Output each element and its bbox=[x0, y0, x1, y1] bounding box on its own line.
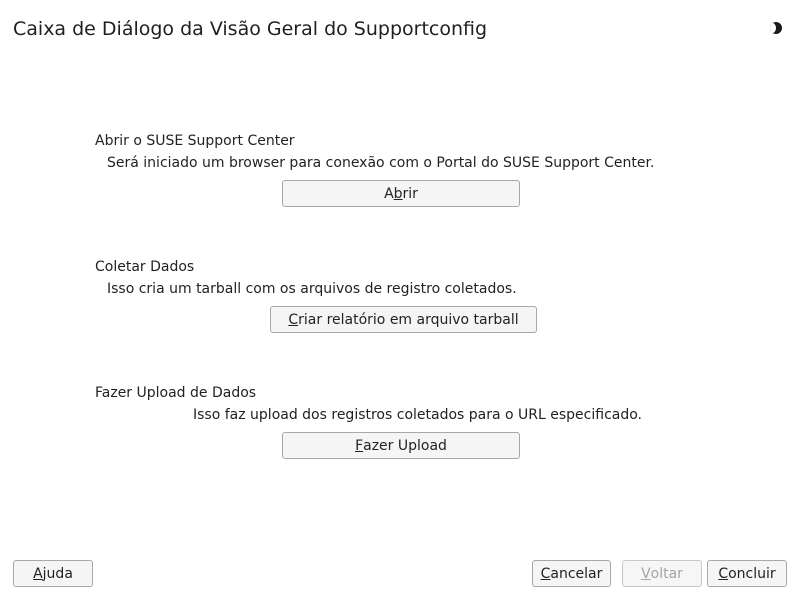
open-button[interactable]: Ab rir bbox=[282, 180, 520, 207]
open-button-label-post: rir bbox=[402, 185, 418, 202]
help-mnemonic: A bbox=[33, 565, 43, 582]
back-mnemonic: V bbox=[641, 565, 651, 582]
finish-label-post: oncluir bbox=[728, 565, 776, 582]
upload-data-label: Fazer Upload de Dados bbox=[95, 385, 257, 401]
create-tarball-label-post: riar relatório em arquivo tarball bbox=[298, 311, 519, 328]
create-tarball-button[interactable]: Criar relatório em arquivo tarball bbox=[270, 306, 537, 333]
upload-button-mnemonic: F bbox=[355, 437, 364, 454]
cancel-mnemonic: C bbox=[540, 565, 551, 582]
collect-data-description: Isso cria um tarball com os arquivos de … bbox=[107, 281, 517, 297]
supportconfig-dialog: Caixa de Diálogo da Visão Geral do Suppo… bbox=[0, 0, 800, 600]
cancel-label-post: ancelar bbox=[550, 565, 603, 582]
upload-data-description: Isso faz upload dos registros coletados … bbox=[193, 407, 643, 423]
support-center-description: Será iniciado um browser para conexão co… bbox=[107, 155, 655, 171]
cancel-button[interactable]: Cancelar bbox=[532, 560, 611, 587]
half-moon-icon bbox=[770, 22, 782, 34]
finish-button[interactable]: Concluir bbox=[707, 560, 787, 587]
open-button-mnemonic: b bbox=[393, 185, 403, 202]
finish-mnemonic: C bbox=[718, 565, 729, 582]
collect-data-label: Coletar Dados bbox=[95, 259, 195, 275]
open-button-label-pre: A bbox=[384, 185, 394, 202]
back-button[interactable]: Voltar bbox=[622, 560, 702, 587]
upload-button-label-post: azer Upload bbox=[363, 437, 447, 454]
upload-button[interactable]: Fazer Upload bbox=[282, 432, 520, 459]
help-label-post: juda bbox=[42, 565, 73, 582]
dialog-title: Caixa de Diálogo da Visão Geral do Suppo… bbox=[13, 18, 488, 40]
back-label-post: oltar bbox=[650, 565, 683, 582]
create-tarball-mnemonic: C bbox=[288, 311, 299, 328]
help-button[interactable]: Ajuda bbox=[13, 560, 93, 587]
support-center-label: Abrir o SUSE Support Center bbox=[95, 133, 295, 149]
